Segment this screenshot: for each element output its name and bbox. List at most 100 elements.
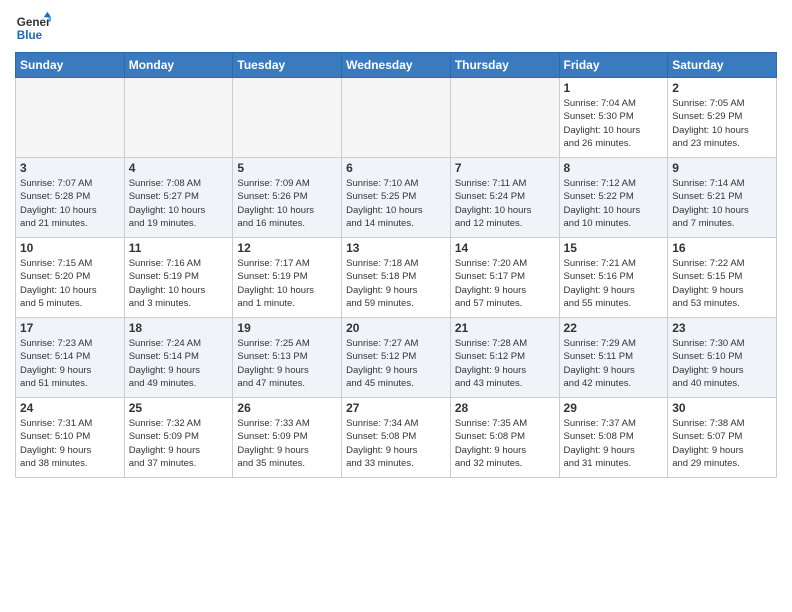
calendar-cell: 10 Sunrise: 7:15 AMSunset: 5:20 PMDayligh… — [16, 238, 125, 318]
calendar-cell: 30 Sunrise: 7:38 AMSunset: 5:07 PMDayligh… — [668, 398, 777, 478]
day-info: Sunrise: 7:12 AMSunset: 5:22 PMDaylight:… — [564, 177, 664, 230]
day-number: 1 — [564, 81, 664, 95]
day-info: Sunrise: 7:16 AMSunset: 5:19 PMDaylight:… — [129, 257, 229, 310]
weekday-header-tuesday: Tuesday — [233, 53, 342, 78]
day-info: Sunrise: 7:07 AMSunset: 5:28 PMDaylight:… — [20, 177, 120, 230]
day-info: Sunrise: 7:35 AMSunset: 5:08 PMDaylight:… — [455, 417, 555, 470]
week-row-3: 10 Sunrise: 7:15 AMSunset: 5:20 PMDayligh… — [16, 238, 777, 318]
day-info: Sunrise: 7:14 AMSunset: 5:21 PMDaylight:… — [672, 177, 772, 230]
day-info: Sunrise: 7:08 AMSunset: 5:27 PMDaylight:… — [129, 177, 229, 230]
svg-text:Blue: Blue — [17, 29, 43, 42]
logo: General Blue — [15, 10, 51, 46]
day-number: 27 — [346, 401, 446, 415]
calendar-cell: 14 Sunrise: 7:20 AMSunset: 5:17 PMDayligh… — [450, 238, 559, 318]
day-number: 23 — [672, 321, 772, 335]
calendar-cell — [233, 78, 342, 158]
day-info: Sunrise: 7:32 AMSunset: 5:09 PMDaylight:… — [129, 417, 229, 470]
day-info: Sunrise: 7:05 AMSunset: 5:29 PMDaylight:… — [672, 97, 772, 150]
day-number: 18 — [129, 321, 229, 335]
day-number: 10 — [20, 241, 120, 255]
calendar-cell: 12 Sunrise: 7:17 AMSunset: 5:19 PMDayligh… — [233, 238, 342, 318]
day-number: 22 — [564, 321, 664, 335]
day-info: Sunrise: 7:28 AMSunset: 5:12 PMDaylight:… — [455, 337, 555, 390]
day-info: Sunrise: 7:37 AMSunset: 5:08 PMDaylight:… — [564, 417, 664, 470]
day-info: Sunrise: 7:20 AMSunset: 5:17 PMDaylight:… — [455, 257, 555, 310]
calendar-cell: 26 Sunrise: 7:33 AMSunset: 5:09 PMDayligh… — [233, 398, 342, 478]
calendar-cell — [342, 78, 451, 158]
calendar-cell — [124, 78, 233, 158]
day-info: Sunrise: 7:21 AMSunset: 5:16 PMDaylight:… — [564, 257, 664, 310]
calendar-cell: 2 Sunrise: 7:05 AMSunset: 5:29 PMDaylight… — [668, 78, 777, 158]
day-number: 7 — [455, 161, 555, 175]
calendar-cell: 4 Sunrise: 7:08 AMSunset: 5:27 PMDaylight… — [124, 158, 233, 238]
calendar-cell: 15Sunrise: 7:21 AMSunset: 5:16 PMDayligh… — [559, 238, 668, 318]
calendar-cell: 11 Sunrise: 7:16 AMSunset: 5:19 PMDayligh… — [124, 238, 233, 318]
day-info: Sunrise: 7:18 AMSunset: 5:18 PMDaylight:… — [346, 257, 446, 310]
weekday-header-monday: Monday — [124, 53, 233, 78]
day-info: Sunrise: 7:11 AMSunset: 5:24 PMDaylight:… — [455, 177, 555, 230]
day-number: 17 — [20, 321, 120, 335]
day-info: Sunrise: 7:23 AMSunset: 5:14 PMDaylight:… — [20, 337, 120, 390]
calendar: SundayMondayTuesdayWednesdayThursdayFrid… — [15, 52, 777, 478]
calendar-cell — [450, 78, 559, 158]
day-number: 3 — [20, 161, 120, 175]
calendar-cell: 6 Sunrise: 7:10 AMSunset: 5:25 PMDaylight… — [342, 158, 451, 238]
day-number: 11 — [129, 241, 229, 255]
week-row-4: 17 Sunrise: 7:23 AMSunset: 5:14 PMDayligh… — [16, 318, 777, 398]
day-info: Sunrise: 7:33 AMSunset: 5:09 PMDaylight:… — [237, 417, 337, 470]
calendar-cell: 21 Sunrise: 7:28 AMSunset: 5:12 PMDayligh… — [450, 318, 559, 398]
day-number: 25 — [129, 401, 229, 415]
calendar-cell: 1Sunrise: 7:04 AMSunset: 5:30 PMDaylight… — [559, 78, 668, 158]
day-info: Sunrise: 7:27 AMSunset: 5:12 PMDaylight:… — [346, 337, 446, 390]
weekday-header-thursday: Thursday — [450, 53, 559, 78]
calendar-cell: 3 Sunrise: 7:07 AMSunset: 5:28 PMDaylight… — [16, 158, 125, 238]
day-info: Sunrise: 7:31 AMSunset: 5:10 PMDaylight:… — [20, 417, 120, 470]
day-number: 5 — [237, 161, 337, 175]
calendar-cell: 24 Sunrise: 7:31 AMSunset: 5:10 PMDayligh… — [16, 398, 125, 478]
day-number: 12 — [237, 241, 337, 255]
day-info: Sunrise: 7:22 AMSunset: 5:15 PMDaylight:… — [672, 257, 772, 310]
calendar-cell: 27 Sunrise: 7:34 AMSunset: 5:08 PMDayligh… — [342, 398, 451, 478]
calendar-cell: 8Sunrise: 7:12 AMSunset: 5:22 PMDaylight… — [559, 158, 668, 238]
calendar-cell: 9 Sunrise: 7:14 AMSunset: 5:21 PMDaylight… — [668, 158, 777, 238]
day-number: 4 — [129, 161, 229, 175]
day-info: Sunrise: 7:15 AMSunset: 5:20 PMDaylight:… — [20, 257, 120, 310]
week-row-2: 3 Sunrise: 7:07 AMSunset: 5:28 PMDaylight… — [16, 158, 777, 238]
day-info: Sunrise: 7:10 AMSunset: 5:25 PMDaylight:… — [346, 177, 446, 230]
day-info: Sunrise: 7:30 AMSunset: 5:10 PMDaylight:… — [672, 337, 772, 390]
day-info: Sunrise: 7:24 AMSunset: 5:14 PMDaylight:… — [129, 337, 229, 390]
calendar-cell: 20Sunrise: 7:27 AMSunset: 5:12 PMDayligh… — [342, 318, 451, 398]
weekday-header-sunday: Sunday — [16, 53, 125, 78]
calendar-cell — [16, 78, 125, 158]
calendar-cell: 19Sunrise: 7:25 AMSunset: 5:13 PMDayligh… — [233, 318, 342, 398]
day-number: 9 — [672, 161, 772, 175]
day-info: Sunrise: 7:17 AMSunset: 5:19 PMDaylight:… — [237, 257, 337, 310]
week-row-5: 24 Sunrise: 7:31 AMSunset: 5:10 PMDayligh… — [16, 398, 777, 478]
day-number: 6 — [346, 161, 446, 175]
day-info: Sunrise: 7:38 AMSunset: 5:07 PMDaylight:… — [672, 417, 772, 470]
calendar-cell: 18 Sunrise: 7:24 AMSunset: 5:14 PMDayligh… — [124, 318, 233, 398]
page-header: General Blue — [15, 10, 777, 46]
day-number: 21 — [455, 321, 555, 335]
day-number: 26 — [237, 401, 337, 415]
calendar-cell: 5 Sunrise: 7:09 AMSunset: 5:26 PMDaylight… — [233, 158, 342, 238]
calendar-cell: 22 Sunrise: 7:29 AMSunset: 5:11 PMDayligh… — [559, 318, 668, 398]
calendar-cell: 29Sunrise: 7:37 AMSunset: 5:08 PMDayligh… — [559, 398, 668, 478]
day-info: Sunrise: 7:29 AMSunset: 5:11 PMDaylight:… — [564, 337, 664, 390]
calendar-cell: 16Sunrise: 7:22 AMSunset: 5:15 PMDayligh… — [668, 238, 777, 318]
calendar-cell: 13Sunrise: 7:18 AMSunset: 5:18 PMDayligh… — [342, 238, 451, 318]
day-number: 14 — [455, 241, 555, 255]
day-number: 19 — [237, 321, 337, 335]
day-info: Sunrise: 7:09 AMSunset: 5:26 PMDaylight:… — [237, 177, 337, 230]
weekday-header-friday: Friday — [559, 53, 668, 78]
day-info: Sunrise: 7:34 AMSunset: 5:08 PMDaylight:… — [346, 417, 446, 470]
day-number: 28 — [455, 401, 555, 415]
week-row-1: 1Sunrise: 7:04 AMSunset: 5:30 PMDaylight… — [16, 78, 777, 158]
day-number: 2 — [672, 81, 772, 95]
day-number: 24 — [20, 401, 120, 415]
day-number: 30 — [672, 401, 772, 415]
calendar-cell: 17 Sunrise: 7:23 AMSunset: 5:14 PMDayligh… — [16, 318, 125, 398]
weekday-header-wednesday: Wednesday — [342, 53, 451, 78]
svg-text:General: General — [17, 16, 51, 29]
calendar-cell: 7 Sunrise: 7:11 AMSunset: 5:24 PMDaylight… — [450, 158, 559, 238]
